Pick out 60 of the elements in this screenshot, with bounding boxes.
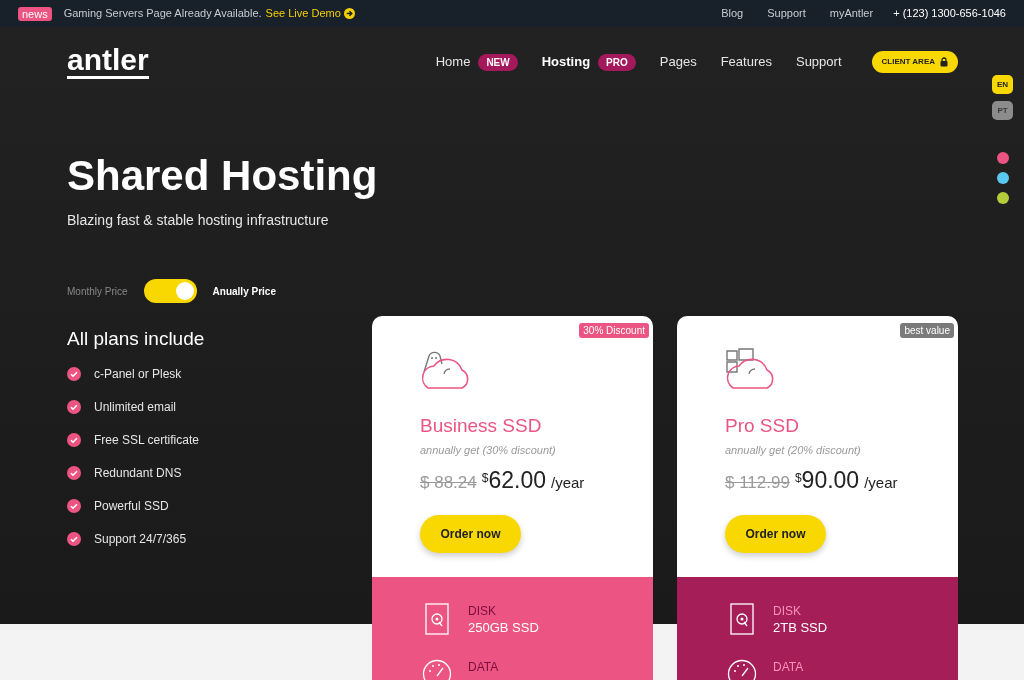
nav-link[interactable]: Pages xyxy=(659,52,697,72)
old-price: $ 88.24 xyxy=(420,471,477,494)
announcement-text: Gaming Servers Page Already Available. xyxy=(63,6,262,22)
feature-item: Free SSL certificate xyxy=(94,431,199,449)
plan-name: Pro SSD xyxy=(725,414,800,438)
live-demo-link[interactable]: See Live Demo xyxy=(265,5,355,22)
gauge-icon xyxy=(727,659,757,680)
nav-badge: NEW xyxy=(478,53,518,71)
order-button[interactable]: Order now xyxy=(725,515,826,553)
spec-label: DATA xyxy=(773,659,804,675)
check-circle-icon xyxy=(67,433,81,447)
spec-label: DISK xyxy=(468,603,497,619)
spec-label: DISK xyxy=(773,603,802,619)
nav-badge: PRO xyxy=(598,53,636,71)
feature-item: c-Panel or Plesk xyxy=(94,365,182,383)
feature-item: Powerful SSD xyxy=(94,497,169,515)
language-button[interactable]: EN xyxy=(992,75,1013,94)
nav-link[interactable]: Support xyxy=(795,52,842,72)
plan-note: annually get (20% discount) xyxy=(725,443,862,458)
old-price: $ 112.99 xyxy=(725,471,790,494)
hard-drive-icon xyxy=(730,603,754,635)
order-button[interactable]: Order now xyxy=(420,515,521,553)
nav-link[interactable]: Features xyxy=(720,52,772,72)
check-circle-icon xyxy=(67,367,81,381)
lock-icon xyxy=(940,57,948,67)
includes-title: All plans include xyxy=(67,327,206,351)
spec-label: DATA xyxy=(468,659,499,675)
price: $^{$}$62.00 xyxy=(481,465,546,495)
nav-link[interactable]: Home NEW xyxy=(435,52,518,72)
top-link[interactable]: myAntler xyxy=(829,5,874,22)
toggle-label: Monthly Price xyxy=(67,284,128,299)
check-circle-icon xyxy=(67,532,81,546)
price-toggle[interactable] xyxy=(143,279,197,303)
feature-item: Support 24/7/365 xyxy=(94,530,187,548)
check-circle-icon xyxy=(67,466,81,480)
feature-item: Redundant DNS xyxy=(94,464,182,482)
feature-item: Unlimited email xyxy=(94,398,177,416)
client-area-button[interactable]: CLIENT AREA xyxy=(871,51,958,73)
news-badge: news xyxy=(18,6,52,21)
nav-link[interactable]: Hosting PRO xyxy=(541,52,636,72)
check-circle-icon xyxy=(67,499,81,513)
price-period: /year xyxy=(864,472,898,493)
phone-number: + (123) 1300-656-1046 xyxy=(893,6,1006,22)
check-circle-icon xyxy=(67,400,81,414)
top-link[interactable]: Blog xyxy=(721,5,744,22)
hero-subtitle: Blazing fast & stable hosting infrastructure xyxy=(67,211,330,230)
logo[interactable]: antler xyxy=(67,45,149,79)
price: $^{$}$90.00 xyxy=(794,465,860,495)
top-link[interactable]: Support xyxy=(767,5,806,22)
plan-name: Business SSD xyxy=(420,414,543,438)
plan-badge: best value xyxy=(900,323,954,338)
arrow-circle-icon xyxy=(343,8,355,19)
spec-value: 2TB SSD xyxy=(773,619,828,637)
price-period: /year xyxy=(551,472,585,493)
plan-note: annually get (30% discount) xyxy=(420,443,557,458)
hard-drive-icon xyxy=(425,603,449,635)
spec-value: 250GB SSD xyxy=(468,619,539,637)
plan-badge: 30% Discount xyxy=(579,323,649,338)
toggle-label: Anually Price xyxy=(212,284,276,299)
gauge-icon xyxy=(422,659,452,680)
